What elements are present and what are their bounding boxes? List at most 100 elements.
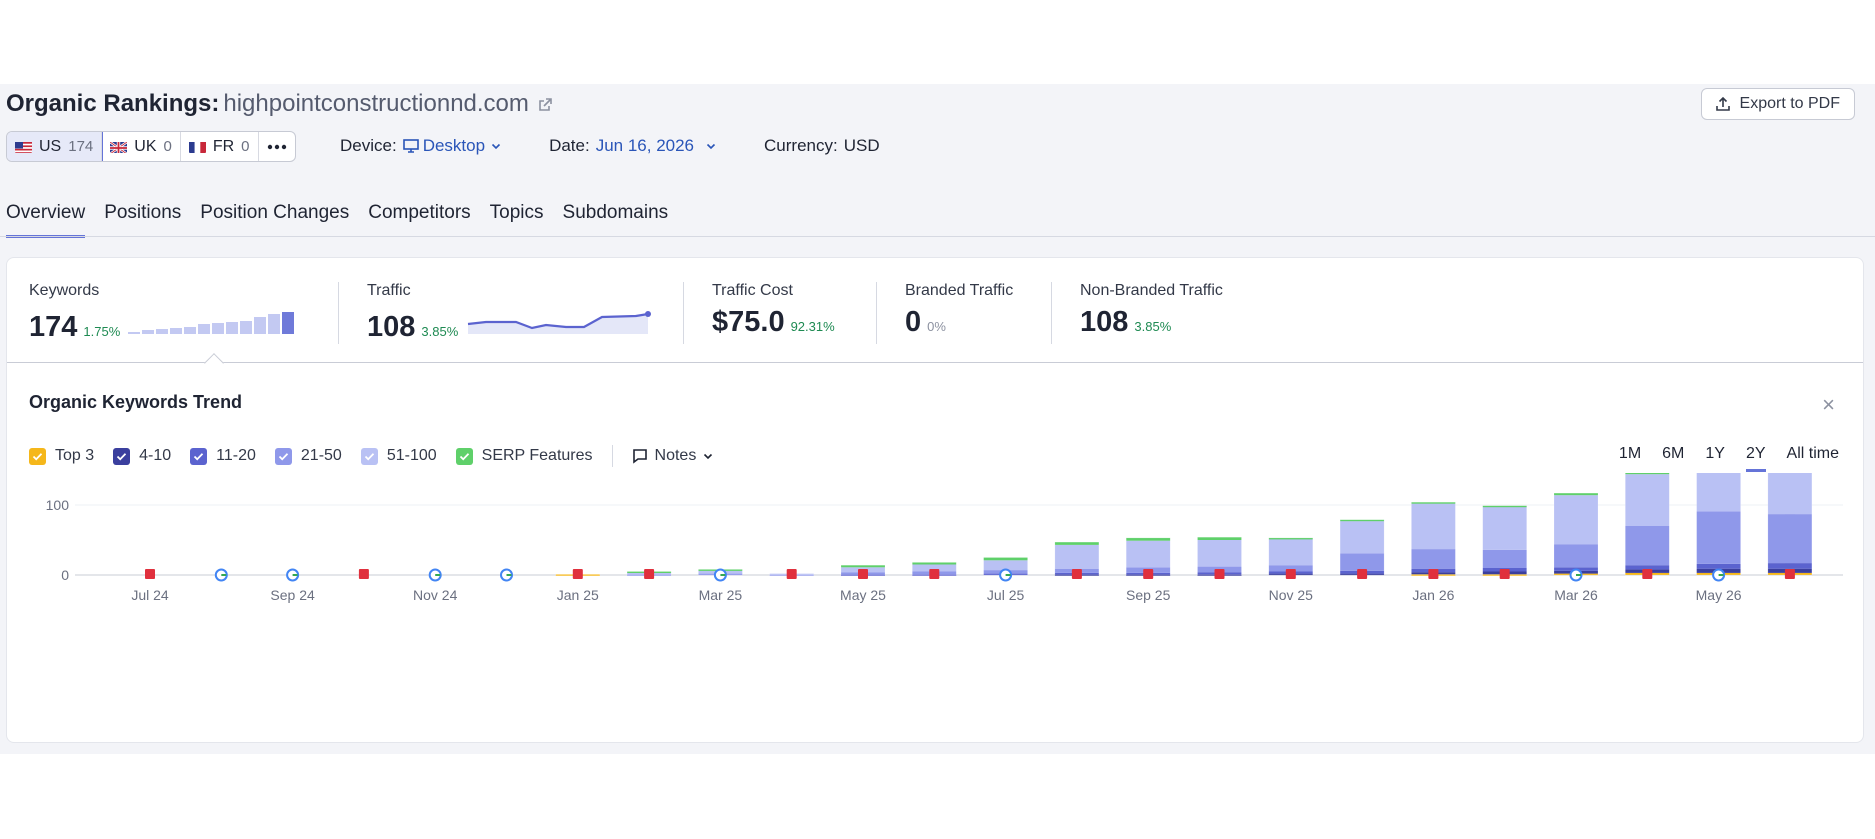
legend-serp-label: SERP Features (481, 447, 593, 464)
legend-51-100[interactable]: 51-100 (360, 447, 437, 465)
domain-link[interactable]: highpointconstructionnd.com (223, 90, 529, 117)
x-tick-label: May 26 (1696, 587, 1742, 603)
range-6m[interactable]: 6M (1662, 445, 1684, 472)
metric-traffic[interactable]: Traffic 108 3.85% (367, 282, 656, 344)
bar-segment (1411, 549, 1456, 569)
bar-segment (1197, 537, 1242, 540)
tab-position-changes[interactable]: Position Changes (200, 202, 349, 238)
legend-11-20-label: 11-20 (216, 447, 256, 464)
note-flag-icon (1428, 569, 1439, 579)
note-flag-icon (1214, 569, 1225, 579)
metric-divider (876, 282, 877, 344)
bar-segment (1696, 511, 1741, 564)
metric-keywords[interactable]: Keywords 174 1.75% (29, 282, 318, 344)
note-flag-icon (1071, 569, 1082, 579)
database-uk[interactable]: UK 0 (102, 132, 181, 161)
bar-segment (1696, 473, 1741, 512)
legend-4-10[interactable]: 4-10 (113, 447, 171, 465)
report-tabs: Overview Positions Position Changes Comp… (6, 202, 668, 238)
range-all-time[interactable]: All time (1787, 445, 1839, 472)
x-tick-label: Jul 24 (131, 587, 169, 603)
more-dots-icon (267, 144, 286, 149)
legend-divider (611, 445, 613, 467)
checkbox-icon (29, 447, 46, 465)
overview-card: Keywords 174 1.75% Traffic 108 3.85% Tra… (6, 257, 1864, 743)
metric-traffic-label: Traffic (367, 282, 411, 299)
x-tick-label: Jan 25 (557, 587, 599, 603)
tab-overview[interactable]: Overview (6, 202, 86, 238)
metric-branded-traffic[interactable]: Branded Traffic 0 0% (905, 282, 1013, 339)
time-range-selector: 1M 6M 1Y 2Y All time (1619, 445, 1839, 472)
bar-segment (1625, 474, 1670, 526)
legend-11-20[interactable]: 11-20 (190, 447, 256, 465)
bar-segment (1767, 514, 1812, 564)
chevron-down-icon (491, 143, 501, 150)
range-1m[interactable]: 1M (1619, 445, 1641, 472)
legend-21-50[interactable]: 21-50 (274, 447, 342, 465)
database-selector: US 174 UK 0 FR 0 (6, 131, 296, 162)
legend-serp-features[interactable]: SERP Features (455, 447, 593, 465)
metrics-row: Keywords 174 1.75% Traffic 108 3.85% Tra… (7, 258, 1863, 363)
note-flag-icon (1357, 569, 1368, 579)
metric-traffic-cost[interactable]: Traffic Cost $75.0 92.31% (712, 282, 835, 339)
bar-segment (1625, 565, 1670, 570)
close-icon[interactable]: × (1822, 392, 1835, 418)
database-us[interactable]: US 174 (6, 132, 104, 161)
database-us-count: 174 (68, 138, 94, 155)
bar-segment (1054, 544, 1099, 569)
database-fr-code: FR (212, 137, 235, 155)
note-flag-icon (1285, 569, 1296, 579)
more-databases-button[interactable] (259, 132, 295, 161)
currency-value: USD (843, 136, 880, 155)
device-label: Device: (340, 136, 397, 155)
legend-top3[interactable]: Top 3 (29, 447, 94, 465)
bar-segment (1411, 503, 1456, 550)
metric-branded-label: Branded Traffic (905, 282, 1014, 299)
legend-4-10-label: 4-10 (139, 447, 172, 464)
checkbox-icon (113, 447, 131, 465)
metric-divider (338, 282, 339, 344)
metric-traffic-value: 108 (367, 311, 416, 343)
bar-segment (1554, 495, 1598, 545)
date-label: Date: (549, 136, 590, 155)
x-tick-label: Nov 25 (1269, 587, 1314, 603)
tab-positions[interactable]: Positions (104, 202, 181, 238)
tab-topics[interactable]: Topics (490, 202, 544, 238)
bar-segment (1054, 542, 1099, 545)
note-flag-icon (1784, 569, 1795, 579)
x-tick-label: Nov 24 (413, 587, 458, 603)
device-filter[interactable]: Device: Desktop (340, 136, 501, 156)
metric-non-branded-change: 3.85% (1134, 319, 1172, 334)
metric-traffic-cost-change: 92.31% (790, 319, 835, 334)
range-1y[interactable]: 1Y (1705, 445, 1725, 472)
metric-non-branded-traffic[interactable]: Non-Branded Traffic 108 3.85% (1080, 282, 1223, 339)
legend-51-100-label: 51-100 (386, 447, 437, 464)
tab-competitors[interactable]: Competitors (368, 202, 470, 238)
notes-label: Notes (654, 447, 697, 464)
date-filter[interactable]: Date: Jun 16, 2026 (549, 136, 716, 156)
checkbox-icon (360, 447, 378, 465)
chevron-down-icon (706, 143, 716, 150)
metric-divider (1051, 282, 1052, 344)
tabs-divider (0, 236, 1875, 237)
export-pdf-button[interactable]: Export to PDF (1700, 88, 1855, 120)
metric-divider (683, 282, 684, 344)
traffic-sparkline (468, 311, 652, 334)
note-flag-icon (786, 569, 797, 579)
checkbox-icon (274, 447, 292, 465)
note-flag-icon (1143, 569, 1154, 579)
notes-dropdown[interactable]: Notes (632, 447, 714, 465)
bar-segment (1197, 540, 1242, 567)
note-flag-icon (858, 569, 868, 579)
external-link-icon[interactable] (537, 97, 553, 113)
range-2y[interactable]: 2Y (1745, 445, 1766, 472)
database-uk-count: 0 (163, 138, 172, 155)
bar-segment (1126, 540, 1171, 568)
export-icon (1715, 96, 1730, 111)
bar-segment (1126, 537, 1171, 541)
database-fr[interactable]: FR 0 (181, 132, 259, 161)
metric-keywords-value: 174 (29, 311, 78, 343)
tab-subdomains[interactable]: Subdomains (563, 202, 669, 238)
metric-traffic-change: 3.85% (421, 324, 459, 339)
x-tick-label: Jul 25 (987, 587, 1025, 603)
